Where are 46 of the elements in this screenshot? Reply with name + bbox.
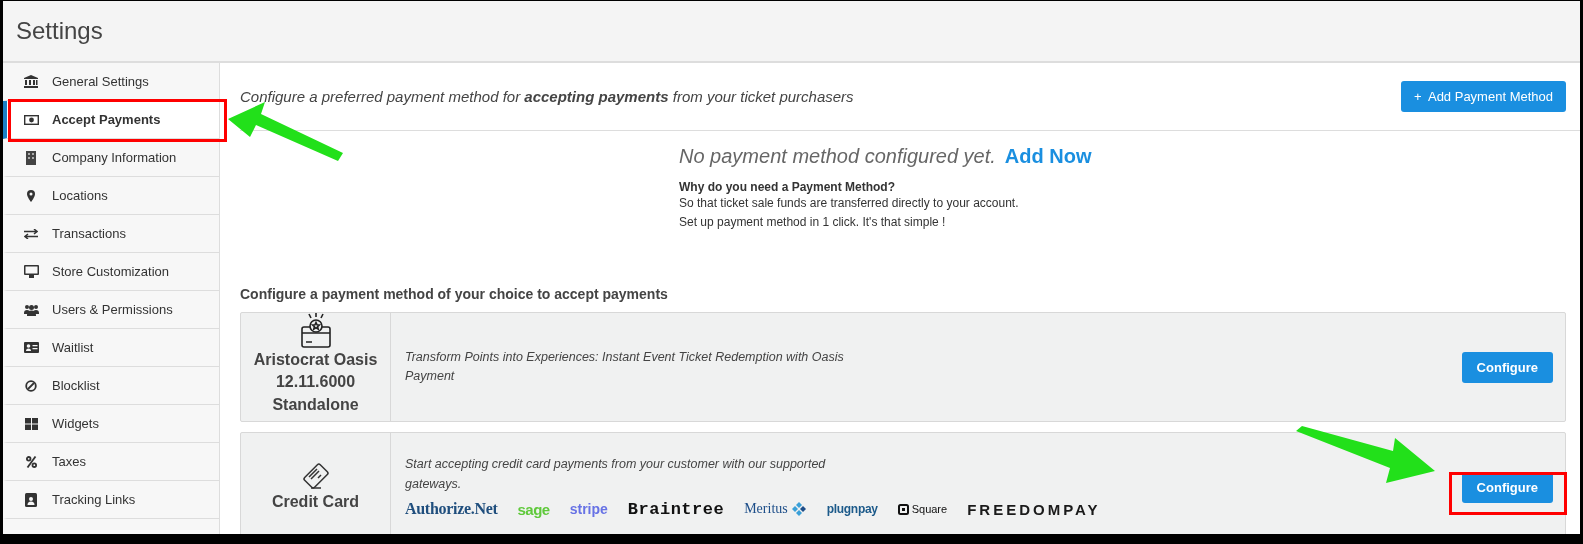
sidebar-item[interactable]: Store Customization <box>3 253 219 291</box>
id-card-icon <box>23 342 39 353</box>
square-logo-icon <box>897 503 909 515</box>
explanation-text: So that ticket sale funds are transferred directly to your account. <box>679 195 1020 212</box>
section-title: Configure a payment method of your choice to accept payments <box>240 286 669 302</box>
sidebar-item[interactable]: Transactions <box>3 215 219 253</box>
sidebar-item[interactable]: Taxes <box>3 443 219 481</box>
sidebar-item[interactable]: Blocklist <box>3 367 219 405</box>
exchange-icon <box>24 228 38 239</box>
sidebar-item[interactable]: General Settings <box>3 63 219 101</box>
gateway-logo: plugnpay <box>826 502 878 517</box>
explanation-text: Set up payment method in 1 click. It's that simple ! <box>679 214 947 231</box>
sidebar-item[interactable]: Waitlist <box>3 329 219 367</box>
grid-icon <box>24 417 38 430</box>
gateway-logo: Authorize.Net <box>405 500 498 519</box>
gateway-logo: sage <box>517 500 550 518</box>
monitor-icon <box>23 265 39 278</box>
method-name: Aristocrat Oasis 12.11.6000 Standalone <box>252 350 379 415</box>
page-title: Settings <box>16 17 103 45</box>
question-text: Why do you need a Payment Method? <box>679 180 897 194</box>
building-icon <box>26 150 36 165</box>
sidebar-item[interactable]: Widgets <box>3 405 219 443</box>
badge-icon <box>25 492 37 507</box>
sidebar-item[interactable]: Accept Payments <box>3 101 219 139</box>
bank-icon <box>24 75 38 88</box>
percent-icon <box>25 455 37 468</box>
diamond-logo-icon <box>790 502 807 517</box>
gateway-logo: Meritus <box>744 501 807 518</box>
sidebar-item[interactable]: Company Information <box>3 139 219 177</box>
intro-text: Configure a preferred payment method for accepting payments from your ticket purchasers <box>240 88 854 105</box>
gateway-logo: stripe <box>569 501 608 518</box>
credit-card-icon <box>300 460 331 491</box>
sidebar-item[interactable]: Users & Permissions <box>3 291 219 329</box>
method-description: Start accepting credit card payments from your customer with our supported gateways. <box>405 456 827 493</box>
ban-icon <box>25 379 37 392</box>
banknote-icon <box>23 114 39 125</box>
empty-message: No payment method configured yet. <box>679 145 996 168</box>
gateway-logo: FREEDOMPAY <box>967 500 1101 518</box>
method-description: Transform Points into Experiences: Instant Event Ticket Redemption with Oasis Payment <box>405 348 845 385</box>
sidebar-item[interactable]: Locations <box>3 177 219 215</box>
method-name: Credit Card <box>271 491 360 512</box>
gateway-logo: Square <box>897 503 948 516</box>
map-pin-icon <box>27 189 35 202</box>
users-icon <box>23 303 39 316</box>
gateway-logo: Braintree <box>627 499 725 519</box>
sidebar-item[interactable]: Tracking Links <box>3 481 219 519</box>
